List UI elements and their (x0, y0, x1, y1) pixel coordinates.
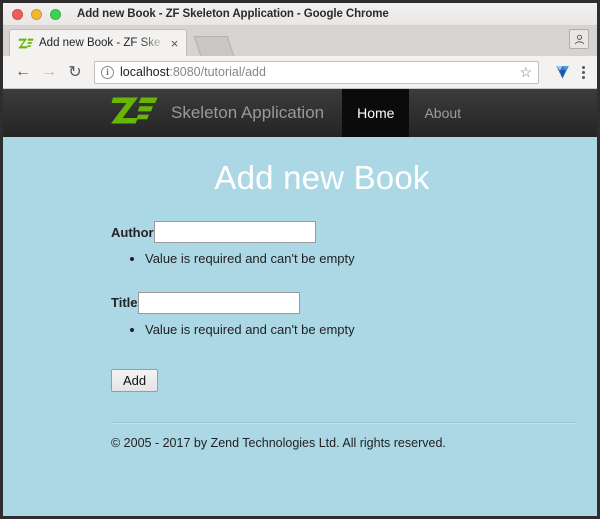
author-error-list: Value is required and can't be empty (145, 251, 577, 268)
window-close-button[interactable] (12, 8, 23, 20)
page-content: Add new Book Author Value is required an… (3, 159, 597, 450)
submit-row: Add (111, 368, 577, 392)
site-nav-links: Home About (342, 89, 476, 137)
page-title: Add new Book (214, 159, 430, 196)
author-error-item: Value is required and can't be empty (145, 251, 577, 268)
title-error-item: Value is required and can't be empty (145, 322, 577, 339)
author-label: Author (111, 224, 154, 240)
url-text: localhost:8080/tutorial/add (120, 65, 519, 79)
title-error-list: Value is required and can't be empty (145, 322, 577, 339)
nav-link-home[interactable]: Home (342, 89, 410, 137)
profile-person-icon[interactable] (569, 29, 589, 49)
zf-favicon-icon (18, 36, 34, 50)
tab-close-icon[interactable]: × (167, 37, 182, 50)
window-minimize-button[interactable] (31, 8, 42, 20)
footer-divider (111, 421, 577, 424)
back-button[interactable]: ← (10, 59, 36, 85)
menu-dot (581, 75, 585, 79)
browser-window: Add new Book - ZF Skeleton Application -… (0, 0, 600, 519)
site-info-icon[interactable]: i (101, 65, 114, 79)
form-row-author: Author (111, 221, 577, 243)
reload-button[interactable]: ↻ (62, 59, 88, 85)
url-host: localhost (120, 65, 170, 79)
site-navbar: Skeleton Application Home About (3, 89, 597, 137)
add-button[interactable]: Add (111, 368, 159, 392)
zend-framework-logo-icon (111, 96, 159, 130)
title-input[interactable] (137, 291, 300, 314)
chrome-menu-icon[interactable] (576, 65, 590, 79)
bookmark-star-icon[interactable]: ☆ (519, 64, 532, 81)
title-label: Title (111, 295, 138, 311)
footer-copyright: © 2005 - 2017 by Zend Technologies Ltd. … (111, 435, 446, 450)
forward-button[interactable]: → (36, 59, 62, 85)
menu-dot (581, 65, 585, 69)
tab-title: Add new Book - ZF Ske (39, 37, 161, 49)
menu-dot (581, 70, 585, 74)
window-titlebar: Add new Book - ZF Skeleton Application -… (3, 3, 597, 26)
site-brand-text: Skeleton Application (171, 103, 325, 122)
diamond-extension-icon[interactable] (555, 64, 570, 80)
window-maximize-button[interactable] (50, 8, 61, 20)
author-input[interactable] (153, 221, 316, 243)
page-footer: © 2005 - 2017 by Zend Technologies Ltd. … (111, 421, 577, 450)
page-viewport: Skeleton Application Home About Add new … (3, 89, 597, 516)
window-title: Add new Book - ZF Skeleton Application -… (77, 8, 389, 20)
form-row-title: Title (111, 291, 577, 314)
tab-strip: Add new Book - ZF Ske × (3, 26, 597, 56)
new-tab-button[interactable] (193, 36, 235, 56)
address-bar[interactable]: i localhost:8080/tutorial/add ☆ (94, 60, 539, 84)
nav-link-about[interactable]: About (409, 89, 476, 137)
browser-tab[interactable]: Add new Book - ZF Ske × (9, 29, 187, 56)
browser-toolbar: ← → ↻ i localhost:8080/tutorial/add ☆ (3, 56, 597, 89)
site-brand[interactable]: Skeleton Application (111, 89, 342, 137)
url-path: :8080/tutorial/add (169, 65, 266, 79)
